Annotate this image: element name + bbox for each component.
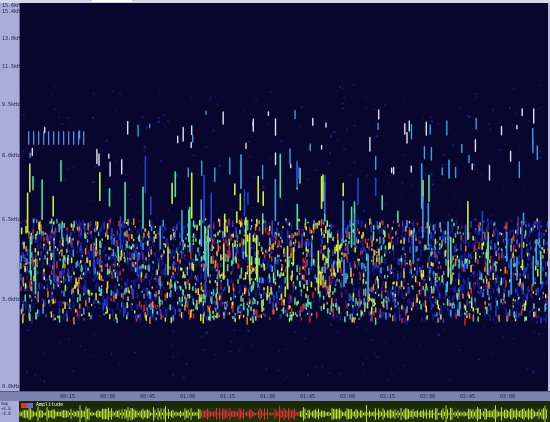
y-tick: 0.0kHz — [2, 384, 21, 390]
spectrogram-canvas — [20, 83, 548, 384]
waveform-canvas — [19, 405, 550, 422]
title-nub — [92, 0, 132, 2]
waveform-panel[interactable]: Amp +4.0 -4.0 Amplitude — [0, 401, 550, 422]
time-tick: 02:30 — [420, 394, 436, 400]
time-tick: 02:00 — [340, 394, 356, 400]
legend-swatch — [27, 402, 33, 408]
time-tick: 00:15 — [60, 394, 76, 400]
frequency-axis: 15.6kHz 15.4kHz 13.0kHz 11.5kHz 9.5kHz 8… — [0, 3, 23, 391]
y-tick: 6.5kHz — [2, 217, 21, 223]
waveform-legend: Amplitude — [21, 402, 63, 408]
time-tick: 02:45 — [460, 394, 476, 400]
time-tick: 03:00 — [500, 394, 516, 400]
time-tick: 01:30 — [260, 394, 276, 400]
y-tick: 8.0kHz — [2, 153, 21, 159]
legend-label: Amplitude — [36, 402, 64, 408]
wave-label: -4.0 — [1, 411, 11, 416]
time-tick: 01:00 — [180, 394, 196, 400]
spectrogram-view[interactable] — [20, 3, 548, 391]
y-tick: 9.5kHz — [2, 102, 21, 108]
time-tick: 00:45 — [140, 394, 156, 400]
y-tick: 3.0kHz — [2, 297, 21, 303]
time-tick: 02:15 — [380, 394, 396, 400]
waveform-axis: Amp +4.0 -4.0 — [0, 401, 19, 422]
time-tick: 01:15 — [220, 394, 236, 400]
time-tick: 00:30 — [100, 394, 116, 400]
time-tick: 01:45 — [300, 394, 316, 400]
